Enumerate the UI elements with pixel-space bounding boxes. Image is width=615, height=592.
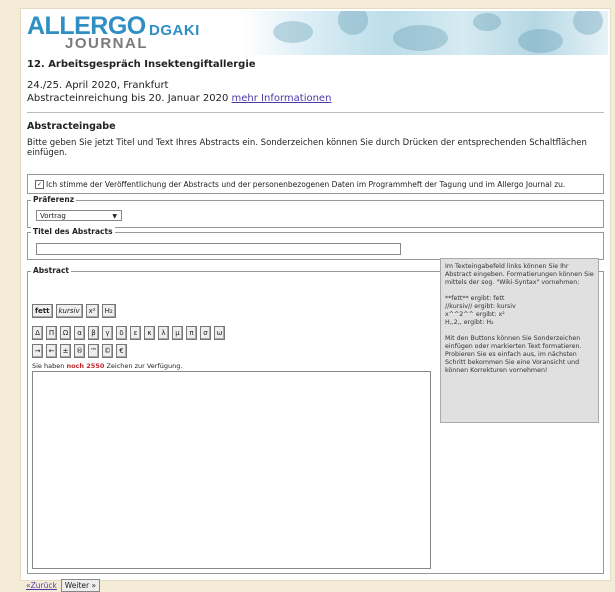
event-date: 24./25. April 2020, Frankfurt — [27, 80, 169, 91]
superscript-button[interactable]: x² — [85, 304, 99, 318]
preference-fieldset: Präferenz Vortrag ▼ — [27, 195, 604, 228]
italic-button[interactable]: kursiv — [55, 304, 83, 318]
format-toolbar: fett kursiv x² H₂ — [32, 304, 116, 318]
symbol-char-button[interactable]: ™ — [88, 344, 99, 358]
help-box: Im Texteingabefeld links können Sie Ihr … — [440, 258, 599, 423]
greek-char-button[interactable]: γ — [102, 326, 113, 340]
consent-label: Ich stimme der Veröffentlichung der Abst… — [46, 180, 566, 189]
symbol-char-button[interactable]: € — [116, 344, 127, 358]
greek-char-button[interactable]: λ — [158, 326, 169, 340]
abstract-textarea[interactable] — [32, 371, 431, 569]
dropdown-arrow-icon: ▼ — [112, 213, 117, 220]
help-italic-example: //kursiv// ergibt: kursiv — [445, 303, 516, 310]
symbol-toolbar: → ← ± ® ™ © € — [32, 344, 127, 358]
allergo-journal-logo: ALLERGO DGAKI JOURNAL — [27, 13, 199, 52]
next-button[interactable]: Weiter » — [60, 579, 101, 592]
more-info-link[interactable]: mehr Informationen — [232, 93, 332, 104]
counter-remaining: noch 2550 — [66, 362, 105, 370]
greek-char-button[interactable]: δ — [116, 326, 127, 340]
header-banner-image — [243, 11, 608, 55]
event-title: 12. Arbeitsgespräch Insektengiftallergie — [27, 59, 256, 70]
greek-char-button[interactable]: ε — [130, 326, 141, 340]
symbol-char-button[interactable]: ← — [46, 344, 57, 358]
greek-char-button[interactable]: π — [186, 326, 197, 340]
greek-char-button[interactable]: μ — [172, 326, 183, 340]
intro-text: Bitte geben Sie jetzt Titel und Text Ihr… — [27, 138, 587, 158]
help-buttons-text: Mit den Buttons können Sie Sonderzeichen… — [445, 335, 582, 374]
logo-journal: JOURNAL — [65, 35, 149, 52]
greek-char-button[interactable]: σ — [200, 326, 211, 340]
symbol-char-button[interactable]: ® — [74, 344, 85, 358]
abstract-title-input[interactable] — [36, 243, 401, 255]
greek-char-button[interactable]: Ω — [60, 326, 71, 340]
title-legend: Titel des Abstracts — [31, 227, 115, 236]
event-deadline: Abstracteinreichung bis 20. Januar 2020 … — [27, 93, 331, 104]
preference-legend: Präferenz — [31, 195, 77, 204]
abstract-legend: Abstract — [31, 266, 72, 275]
preference-select[interactable]: Vortrag ▼ — [36, 210, 122, 221]
deadline-text: Abstracteinreichung bis 20. Januar 2020 — [27, 93, 229, 104]
logo-dgaki: DGAKI — [149, 22, 200, 39]
title-fieldset: Titel des Abstracts — [27, 227, 604, 260]
greek-char-button[interactable]: α — [74, 326, 85, 340]
help-intro: Im Texteingabefeld links können Sie Ihr … — [445, 263, 594, 286]
consent-box: ✓ Ich stimme der Veröffentlichung der Ab… — [27, 174, 604, 194]
subscript-button[interactable]: H₂ — [101, 304, 116, 318]
consent-checkbox[interactable]: ✓ — [35, 180, 44, 189]
page: ALLERGO DGAKI JOURNAL 12. Arbeitsgespräc… — [20, 8, 611, 592]
navigation: «Zurück Weiter » — [26, 579, 101, 592]
divider — [27, 112, 604, 113]
help-superscript-example: x^^2^^ ergibt: x² — [445, 311, 505, 318]
greek-char-button[interactable]: κ — [144, 326, 155, 340]
greek-char-button[interactable]: Δ — [32, 326, 43, 340]
counter-prefix: Sie haben — [32, 362, 65, 370]
help-subscript-example: H,,2,, ergibt: H₂ — [445, 319, 494, 326]
header: ALLERGO DGAKI JOURNAL — [21, 9, 610, 57]
greek-char-button[interactable]: β — [88, 326, 99, 340]
symbol-char-button[interactable]: ± — [60, 344, 71, 358]
greek-toolbar: ΔΠΩαβγδεκλμπσω — [32, 326, 225, 340]
char-counter: Sie haben noch 2550 Zeichen zur Verfügun… — [32, 362, 182, 370]
preference-value: Vortrag — [40, 212, 66, 220]
section-title: Abstracteingabe — [27, 121, 116, 132]
help-bold-example: **fett** ergibt: fett — [445, 295, 505, 302]
symbol-char-button[interactable]: © — [102, 344, 113, 358]
symbol-char-button[interactable]: → — [32, 344, 43, 358]
greek-char-button[interactable]: Π — [46, 326, 57, 340]
bold-button[interactable]: fett — [32, 304, 53, 318]
greek-char-button[interactable]: ω — [214, 326, 225, 340]
counter-suffix: Zeichen zur Verfügung. — [106, 362, 183, 370]
